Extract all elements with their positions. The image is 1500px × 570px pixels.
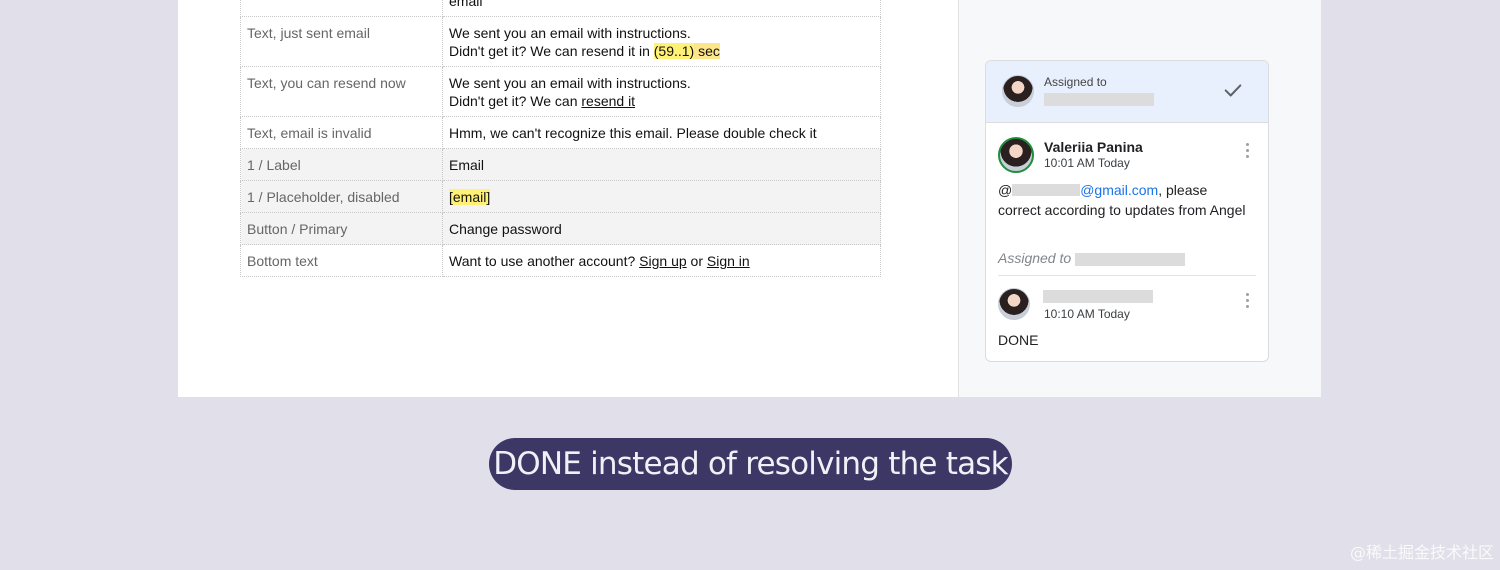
comment-text: @ @gmail.com, please correct according to… <box>998 180 1248 220</box>
assigned-to-label: Assigned to <box>1044 75 1107 89</box>
timer-placeholder-highlight: (59..1) <box>653 43 695 59</box>
sign-up-link[interactable]: Sign up <box>639 253 686 269</box>
redacted-author-name <box>1043 290 1153 303</box>
table-row: 1 / Placeholder, disabled [email] <box>240 180 881 213</box>
author-avatar <box>998 288 1030 320</box>
table-value-cell[interactable]: We sent you an email with instructions. … <box>442 66 881 117</box>
document-area: email Text, just sent email We sent you … <box>178 0 958 397</box>
sign-in-link[interactable]: Sign in <box>707 253 750 269</box>
caption-pill: DONE instead of resolving the task <box>489 438 1012 490</box>
comment-item: Valeriia Panina 10:01 AM Today @ @gmail.c… <box>998 135 1256 270</box>
comment-thread-card[interactable]: Assigned to Valeriia Panina 10:01 AM Tod… <box>985 60 1269 362</box>
value-line: We sent you an email with instructions. <box>449 75 691 91</box>
thread-header: Assigned to <box>986 61 1268 123</box>
table-key-cell[interactable]: 1 / Label <box>240 148 443 181</box>
table-row: email <box>240 0 881 17</box>
more-options-icon[interactable] <box>1246 143 1250 161</box>
bottom-text-prefix: Want to use another account? <box>449 253 640 269</box>
table-row: Text, just sent email We sent you an ema… <box>240 16 881 67</box>
more-options-icon[interactable] <box>1246 293 1250 311</box>
comment-text: DONE <box>998 332 1039 348</box>
table-row: Button / Primary Change password <box>240 212 881 245</box>
value-line-prefix: Didn't get it? We can resend it in <box>449 43 654 59</box>
table-value-cell[interactable]: Change password <box>442 212 881 245</box>
assignee-avatar <box>1002 75 1034 107</box>
author-avatar <box>998 137 1034 173</box>
table-value-cell[interactable]: Email <box>442 148 881 181</box>
screenshot-frame: email Text, just sent email We sent you … <box>178 0 1321 397</box>
value-line-prefix: Didn't get it? We can <box>449 93 582 109</box>
comment-divider <box>998 275 1256 276</box>
table-key-cell[interactable] <box>240 0 443 17</box>
comment-time: 10:10 AM Today <box>1044 307 1130 321</box>
table-key-cell[interactable]: Text, you can resend now <box>240 66 443 117</box>
table-value-cell[interactable]: [email] <box>442 180 881 213</box>
table-value-cell[interactable]: Hmm, we can't recognize this email. Plea… <box>442 116 881 149</box>
table-key-cell[interactable]: 1 / Placeholder, disabled <box>240 180 443 213</box>
table-value-cell[interactable]: We sent you an email with instructions. … <box>442 16 881 67</box>
table-value-cell[interactable]: Want to use another account? Sign up or … <box>442 244 881 277</box>
assigned-note: Assigned to <box>998 250 1072 266</box>
table-row: Text, email is invalid Hmm, we can't rec… <box>240 116 881 149</box>
comment-time: 10:01 AM Today <box>1044 156 1130 170</box>
table-row: Text, you can resend now We sent you an … <box>240 66 881 117</box>
table-key-cell[interactable]: Bottom text <box>240 244 443 277</box>
comment-item: 10:10 AM Today DONE <box>998 287 1256 352</box>
comments-pane: Assigned to Valeriia Panina 10:01 AM Tod… <box>958 0 1321 397</box>
mention-email[interactable]: @gmail.com <box>1080 182 1158 198</box>
checkmark-icon[interactable] <box>1222 79 1244 101</box>
table-key-cell[interactable]: Text, email is invalid <box>240 116 443 149</box>
placeholder-highlight: [email] <box>449 189 491 205</box>
table-key-cell[interactable]: Text, just sent email <box>240 16 443 67</box>
redacted-email-user <box>1012 184 1081 196</box>
mention-at: @ <box>998 182 1013 198</box>
timer-suffix: sec <box>694 43 720 59</box>
table-row: Bottom text Want to use another account?… <box>240 244 881 277</box>
comment-author: Valeriia Panina <box>1044 139 1143 155</box>
table-row: 1 / Label Email <box>240 148 881 181</box>
table-value-cell[interactable]: email <box>442 0 881 17</box>
bottom-text-mid: or <box>686 253 707 269</box>
value-line: We sent you an email with instructions. <box>449 25 691 41</box>
strings-table: email Text, just sent email We sent you … <box>240 0 881 277</box>
redacted-assignee-name <box>1044 93 1154 106</box>
table-key-cell[interactable]: Button / Primary <box>240 212 443 245</box>
redacted-assignee <box>1075 253 1185 266</box>
watermark-text: @稀土掘金技术社区 <box>1349 543 1494 562</box>
resend-link[interactable]: resend it <box>581 93 635 109</box>
